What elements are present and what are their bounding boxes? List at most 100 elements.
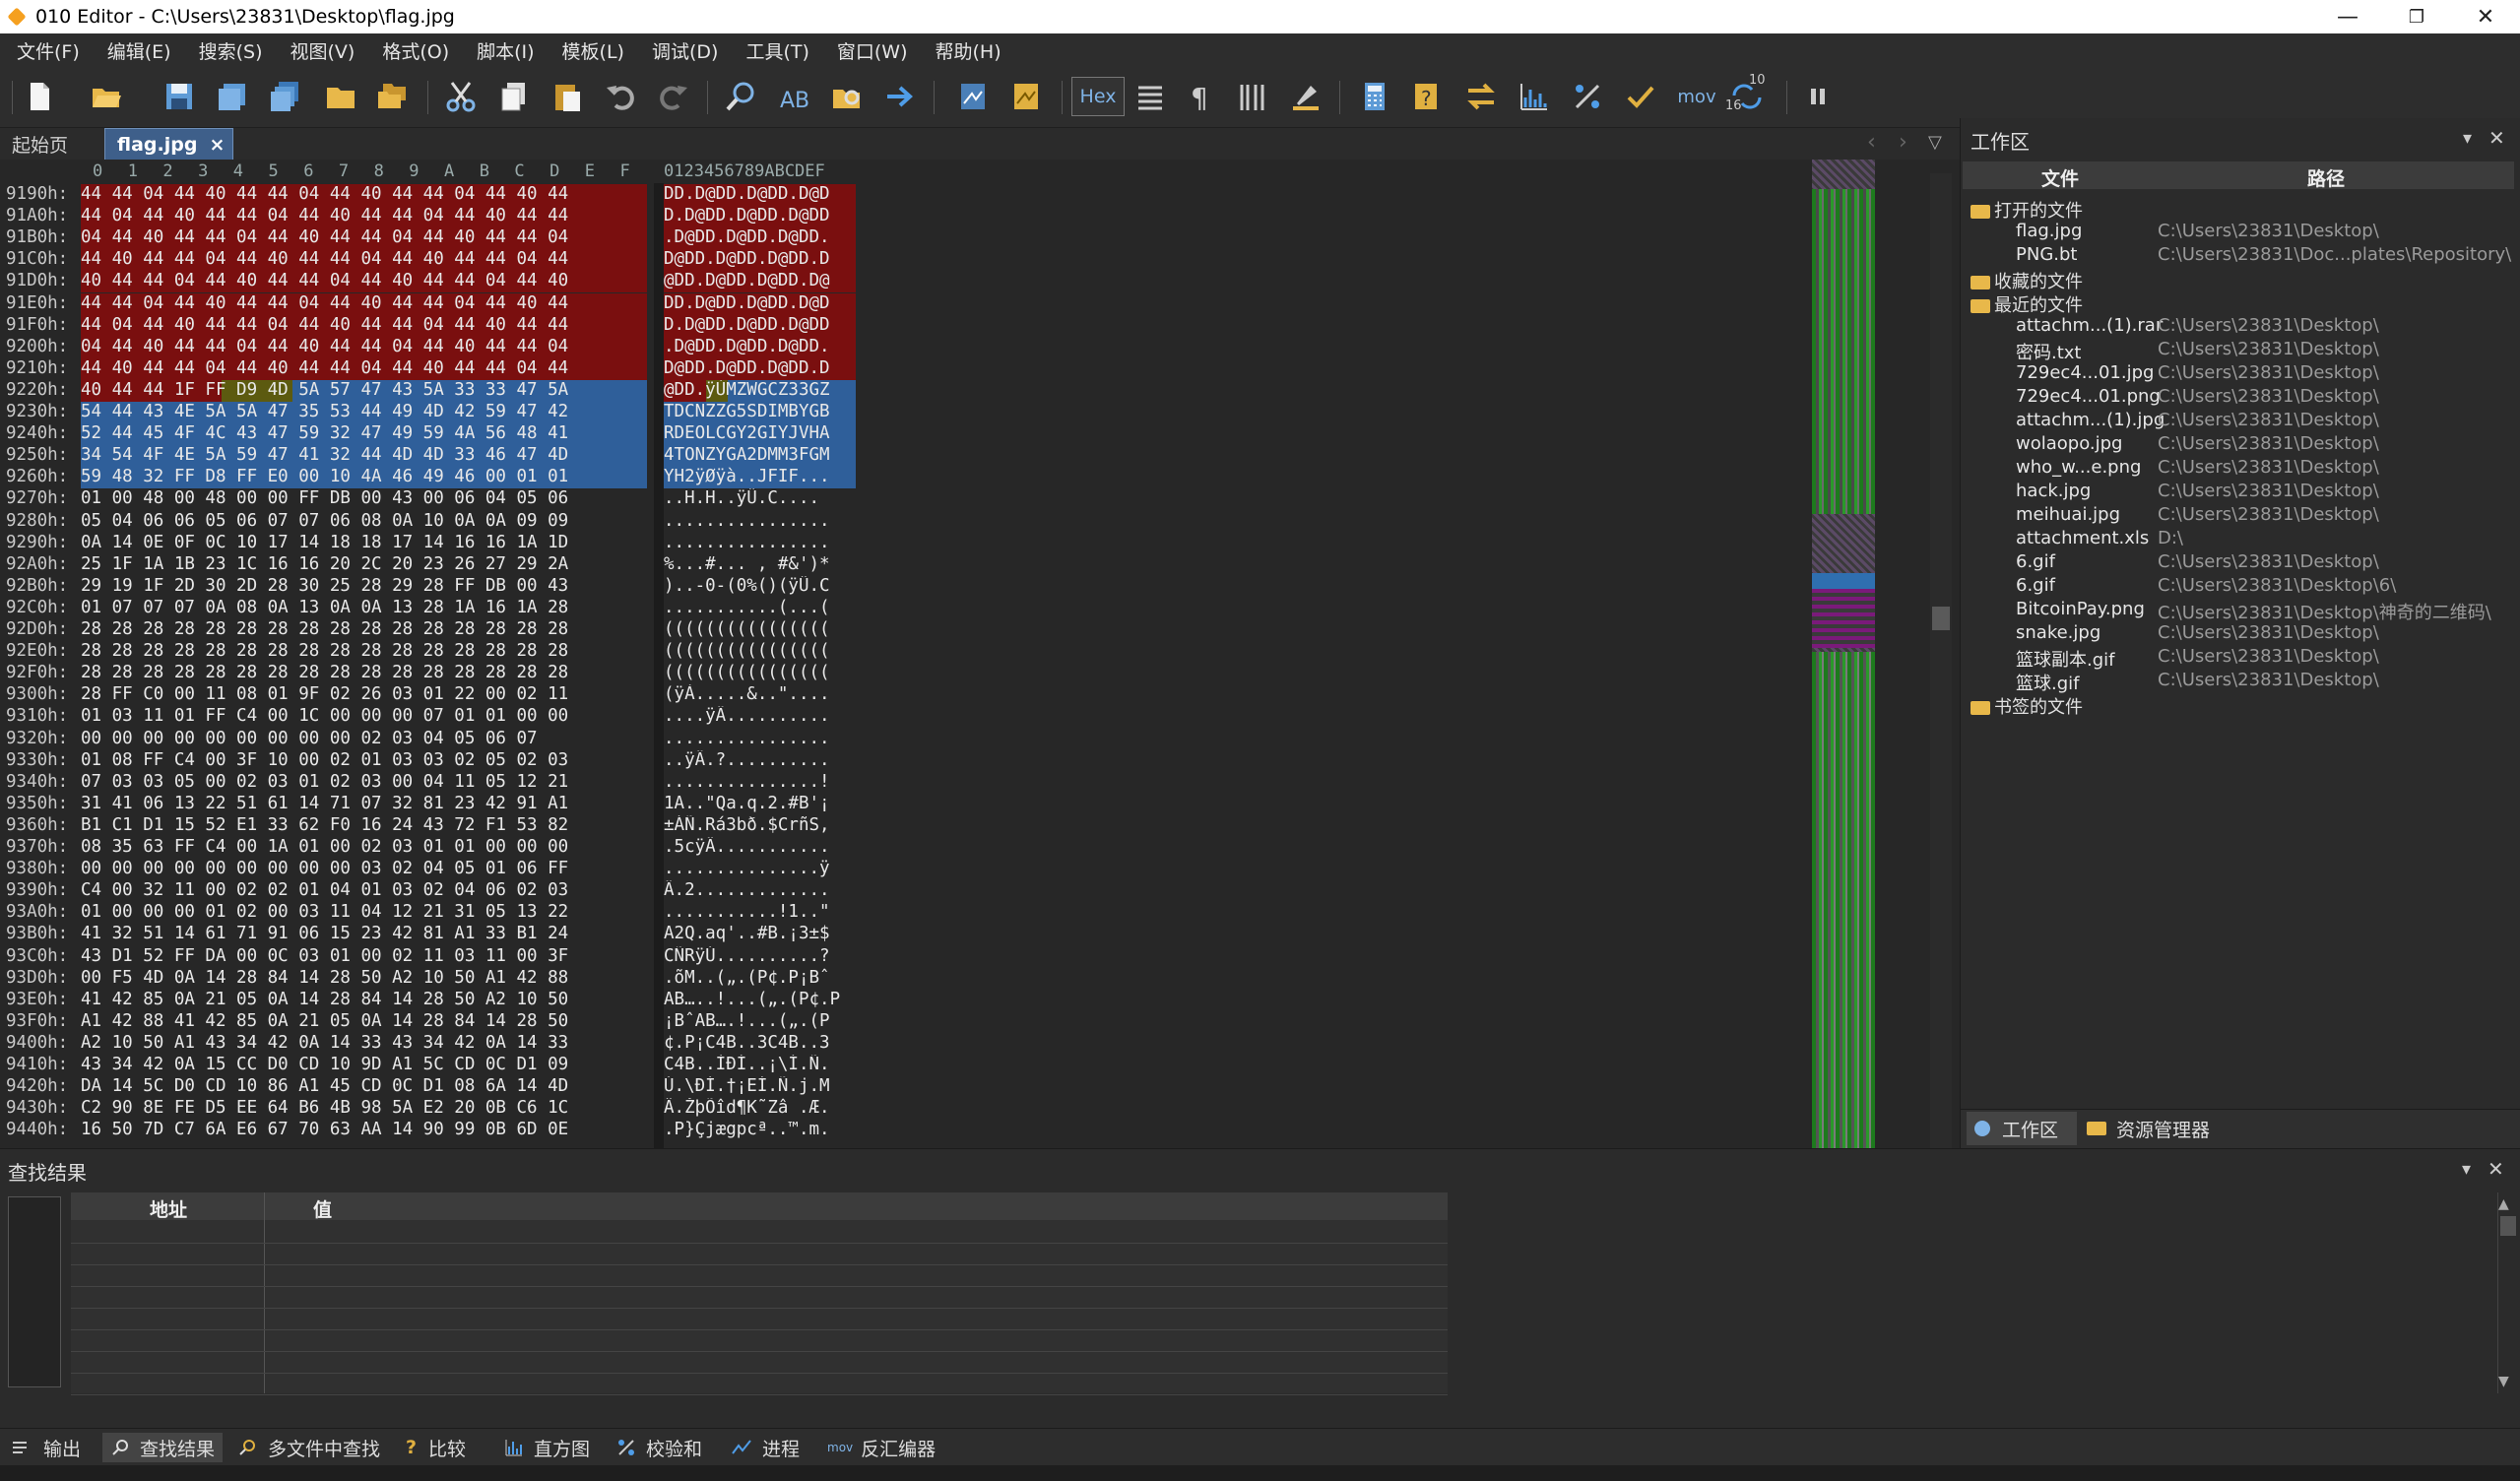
- scrollbar-thumb[interactable]: [1932, 607, 1950, 630]
- hex-row[interactable]: 9310h: 01 03 11 01 FF C4 00 1C 00 00 00 0…: [0, 706, 886, 728]
- hex-row[interactable]: 9290h: 0A 14 0E 0F 0C 10 17 14 18 18 17 1…: [0, 533, 886, 554]
- open-file-button[interactable]: [87, 77, 126, 116]
- menu-help[interactable]: 帮助(H): [936, 37, 1002, 64]
- hex-row-bytes[interactable]: 34 54 4F 4E 5A 59 47 41 32 44 4D 4D 33 4…: [81, 445, 647, 468]
- compare-button[interactable]: [1461, 77, 1501, 116]
- hex-row[interactable]: 92A0h: 25 1F 1A 1B 23 1C 16 16 20 2C 20 2…: [0, 554, 886, 576]
- hex-row-ascii[interactable]: D@DD.D@DD.D@DD.D: [664, 249, 856, 272]
- hex-row-ascii[interactable]: Â.ŽþÕîd¶K˜Zâ .Æ.: [664, 1098, 856, 1120]
- hex-row[interactable]: 91B0h: 04 44 40 44 44 04 44 40 44 44 04 4…: [0, 227, 886, 250]
- hex-row-ascii[interactable]: @DD.D@DD.D@DD.D@: [664, 271, 856, 293]
- hex-row[interactable]: 93F0h: A1 42 88 41 42 85 0A 21 05 0A 14 2…: [0, 1011, 886, 1033]
- hex-row-ascii[interactable]: ..H.H..ÿÛ.C....: [664, 488, 856, 510]
- hex-row[interactable]: 91A0h: 44 04 44 40 44 44 04 44 40 44 44 0…: [0, 206, 886, 228]
- hex-row-ascii[interactable]: ....ÿÄ..........: [664, 706, 856, 728]
- hex-row-ascii[interactable]: ...............ÿ: [664, 859, 856, 880]
- col-address[interactable]: 地址: [150, 1195, 187, 1222]
- menu-tools[interactable]: 工具(T): [745, 37, 808, 64]
- hex-row-ascii[interactable]: .5cÿÄ...........: [664, 837, 856, 859]
- hex-row[interactable]: 91E0h: 44 44 04 44 40 44 44 04 44 40 44 4…: [0, 292, 886, 315]
- hex-row-ascii[interactable]: @DD.ÿÙMZWGCZ33GZ: [664, 380, 856, 402]
- tab-processes[interactable]: 进程: [731, 1433, 800, 1462]
- inspector-button[interactable]: ?: [1408, 77, 1448, 116]
- find-result-row[interactable]: [71, 1309, 1448, 1330]
- find-scrollbar[interactable]: ▲ ▼: [2497, 1192, 2517, 1393]
- hex-row-ascii[interactable]: D.D@DD.D@DD.D@DD: [664, 314, 856, 337]
- menu-scripts[interactable]: 脚本(I): [477, 37, 534, 64]
- hex-row-bytes[interactable]: 07 03 03 05 00 02 03 01 02 03 00 04 11 0…: [81, 772, 647, 794]
- highlight-button[interactable]: [1286, 77, 1325, 116]
- find-close-icon[interactable]: ✕: [2488, 1157, 2504, 1181]
- hex-row[interactable]: 9380h: 00 00 00 00 00 00 00 00 00 03 02 0…: [0, 859, 886, 880]
- hex-row-bytes[interactable]: 40 44 44 1F FF D9 4D 5A 57 47 43 5A 33 3…: [81, 380, 647, 402]
- show-whitespace-button[interactable]: ¶: [1180, 77, 1219, 116]
- undo-button[interactable]: [601, 77, 640, 116]
- hex-row-bytes[interactable]: DA 14 5C D0 CD 10 86 A1 45 CD 0C D1 08 6…: [81, 1076, 647, 1098]
- find-result-row[interactable]: [71, 1222, 1448, 1244]
- hex-row[interactable]: 9200h: 04 44 40 44 44 04 44 40 44 44 04 4…: [0, 336, 886, 358]
- replace-button[interactable]: AB: [774, 77, 813, 116]
- hex-row-bytes[interactable]: C2 90 8E FE D5 EE 64 B6 4B 98 5A E2 20 0…: [81, 1098, 647, 1120]
- hex-row[interactable]: 9240h: 52 44 45 4F 4C 43 47 59 32 47 49 5…: [0, 423, 886, 446]
- tab-find-results[interactable]: 查找结果: [102, 1433, 224, 1462]
- tab-checksum[interactable]: 校验和: [616, 1433, 702, 1462]
- hex-row-ascii[interactable]: ¡BˆAB….!...(„.(P: [664, 1011, 856, 1033]
- hex-row-bytes[interactable]: 01 03 11 01 FF C4 00 1C 00 00 00 07 01 0…: [81, 706, 647, 728]
- menu-file[interactable]: 文件(F): [17, 37, 80, 64]
- hex-row-ascii[interactable]: 1A.."Qa.q.2.#B'¡: [664, 794, 856, 815]
- recent-file-item[interactable]: hack.jpg C:\Users\23831\Desktop\: [1961, 481, 2512, 504]
- menu-search[interactable]: 搜索(S): [199, 37, 263, 64]
- hex-row-ascii[interactable]: YH2ÿØÿà..JFIF...: [664, 467, 856, 489]
- hex-row-bytes[interactable]: 44 40 44 44 04 44 40 44 44 04 44 40 44 4…: [81, 249, 647, 272]
- hex-row[interactable]: 9300h: 28 FF C0 00 11 08 01 9F 02 26 03 0…: [0, 684, 886, 706]
- hex-row-ascii[interactable]: DD.D@DD.D@DD.D@D: [664, 184, 856, 206]
- hex-row[interactable]: 91C0h: 44 40 44 44 04 44 40 44 44 04 44 4…: [0, 249, 886, 272]
- hex-row[interactable]: 9270h: 01 00 48 00 48 00 00 FF DB 00 43 0…: [0, 488, 886, 510]
- hex-row[interactable]: 9420h: DA 14 5C D0 CD 10 86 A1 45 CD 0C D…: [0, 1076, 886, 1098]
- calculator-button[interactable]: [1355, 77, 1394, 116]
- hex-row-ascii[interactable]: .õM..(„.(P¢.P¡Bˆ: [664, 968, 856, 990]
- hex-row-ascii[interactable]: ±ÁÑ.Rá3bð.$CrñS,: [664, 815, 856, 837]
- hex-row-bytes[interactable]: 16 50 7D C7 6A E6 67 70 63 AA 14 90 99 0…: [81, 1120, 647, 1141]
- hex-row[interactable]: 91F0h: 44 04 44 40 44 44 04 44 40 44 44 0…: [0, 314, 886, 337]
- tab-explorer[interactable]: 资源管理器: [2087, 1112, 2210, 1145]
- menu-view[interactable]: 视图(V): [291, 37, 355, 64]
- recent-file-item[interactable]: wolaopo.jpg C:\Users\23831\Desktop\: [1961, 433, 2512, 457]
- hex-row[interactable]: 9320h: 00 00 00 00 00 00 00 00 00 02 03 0…: [0, 729, 886, 750]
- hex-row[interactable]: 9340h: 07 03 03 05 00 02 03 01 02 03 00 0…: [0, 772, 886, 794]
- hex-row[interactable]: 9260h: 59 48 32 FF D8 FF E0 00 10 4A 46 4…: [0, 467, 886, 489]
- hex-row-ascii[interactable]: ((((((((((((((((: [664, 641, 856, 663]
- col-file[interactable]: 文件: [2041, 164, 2079, 191]
- hex-row-bytes[interactable]: 28 28 28 28 28 28 28 28 28 28 28 28 28 2…: [81, 641, 647, 663]
- open-folder-button[interactable]: [321, 77, 360, 116]
- find-options-box[interactable]: [8, 1196, 61, 1387]
- menu-window[interactable]: 窗口(W): [837, 37, 908, 64]
- hex-row-ascii[interactable]: ................: [664, 533, 856, 554]
- find-result-row[interactable]: [71, 1330, 1448, 1352]
- hex-row-ascii[interactable]: DD.D@DD.D@DD.D@D: [664, 292, 856, 315]
- hex-row[interactable]: 92D0h: 28 28 28 28 28 28 28 28 28 28 28 2…: [0, 619, 886, 641]
- find-result-row[interactable]: [71, 1265, 1448, 1287]
- hex-row[interactable]: 9190h: 44 44 04 44 40 44 44 04 44 40 44 4…: [0, 184, 886, 206]
- tab-find-in-files[interactable]: 多文件中查找: [238, 1433, 380, 1462]
- hex-row-bytes[interactable]: 40 44 44 04 44 40 44 44 04 44 40 44 44 0…: [81, 271, 647, 293]
- verify-button[interactable]: [1621, 77, 1660, 116]
- hex-mode-toggle[interactable]: Hex: [1071, 77, 1125, 116]
- recent-file-item[interactable]: attachm...(1).jpg C:\Users\23831\Desktop\: [1961, 410, 2512, 433]
- hex-row-ascii[interactable]: ((((((((((((((((: [664, 619, 856, 641]
- hex-row-bytes[interactable]: 31 41 06 13 22 51 61 14 71 07 32 81 23 4…: [81, 794, 647, 815]
- hex-row-ascii[interactable]: ...............!: [664, 772, 856, 794]
- hex-row[interactable]: 92B0h: 29 19 1F 2D 30 2D 28 30 25 28 29 2…: [0, 576, 886, 598]
- find-in-files-button[interactable]: [827, 77, 867, 116]
- hex-row-ascii[interactable]: ...........(...(: [664, 598, 856, 619]
- hex-row-ascii[interactable]: Ú.\ÐÍ.†¡EÍ.Ñ.j.M: [664, 1076, 856, 1098]
- hex-row-ascii[interactable]: (ÿÀ.....&.."....: [664, 684, 856, 706]
- workspace-pin-icon[interactable]: ▾: [2463, 128, 2472, 149]
- base-converter-button[interactable]: 10 16: [1725, 73, 1767, 116]
- hex-row-bytes[interactable]: 08 35 63 FF C4 00 1A 01 00 02 03 01 01 0…: [81, 837, 647, 859]
- hex-row-ascii[interactable]: Ä.2.............: [664, 880, 856, 902]
- hex-row-bytes[interactable]: 0A 14 0E 0F 0C 10 17 14 18 18 17 14 16 1…: [81, 533, 647, 554]
- hex-row-bytes[interactable]: 59 48 32 FF D8 FF E0 00 10 4A 46 49 46 0…: [81, 467, 647, 489]
- columns-button[interactable]: [1233, 77, 1272, 116]
- save-button[interactable]: [160, 77, 199, 116]
